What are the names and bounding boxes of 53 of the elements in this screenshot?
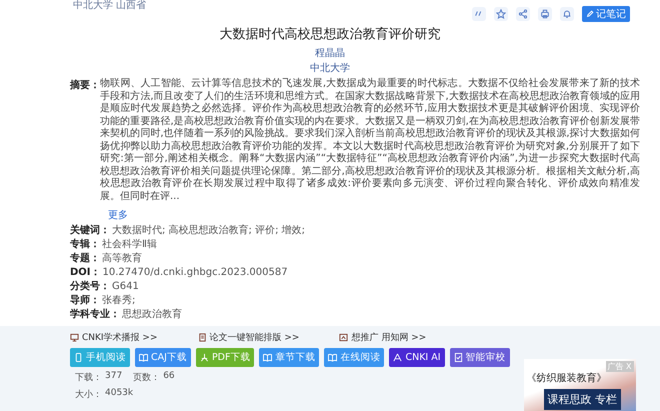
picture-icon <box>339 333 348 342</box>
monitor-icon <box>70 333 79 342</box>
field-label: 关键词： <box>70 224 110 238</box>
action-button[interactable]: 在线阅读 <box>324 348 384 367</box>
field-label: 专辑： <box>70 238 100 252</box>
field-label: 专题： <box>70 252 100 266</box>
checklist-icon <box>454 353 463 362</box>
stat-value: 377 <box>105 371 122 383</box>
stat-label: 页数： <box>133 372 160 384</box>
field-value: 思想政治教育 <box>122 308 182 322</box>
phone-icon <box>74 353 83 362</box>
abstract-label: 摘要： <box>70 78 100 93</box>
promo-link[interactable]: CNKI学术播报 >> <box>70 331 158 344</box>
book-icon <box>328 353 338 362</box>
author-link[interactable]: 程晶晶 <box>315 48 345 59</box>
stat-label: 下载： <box>75 372 102 384</box>
note-button[interactable]: 记笔记 <box>582 6 630 22</box>
promo-link[interactable]: 论文一键智能排版 >> <box>198 331 300 344</box>
action-button[interactable]: CAJ下载 <box>135 348 191 367</box>
article-title: 大数据时代高校思想政治教育评价研究 <box>218 26 442 43</box>
affiliation-link[interactable]: 中北大学 <box>310 63 350 74</box>
ad-banner-text: 课程思政 专栏 <box>544 389 622 410</box>
letter-a-icon <box>393 353 402 362</box>
book-icon <box>263 353 272 362</box>
bell-icon[interactable] <box>560 7 574 21</box>
field-label: 导师： <box>70 294 100 308</box>
stat-label: 大小： <box>75 388 102 401</box>
field-value: 10.27470/d.cnki.ghbgc.2023.000587 <box>102 266 288 280</box>
quote-icon[interactable] <box>472 7 486 21</box>
field-value: 高等教育 <box>102 252 142 266</box>
action-button[interactable]: 章节下载 <box>259 348 320 367</box>
more-link[interactable]: 更多 <box>108 210 128 222</box>
stat-value: 66 <box>163 371 175 383</box>
field-value: G641 <box>112 280 139 294</box>
star-icon[interactable] <box>494 7 508 21</box>
share-icon[interactable] <box>516 7 530 21</box>
promo-link[interactable]: 想推广 用知网 >> <box>339 331 426 344</box>
field-label: DOI： <box>70 266 101 280</box>
action-button[interactable]: CNKI AI <box>389 348 445 367</box>
pencil-icon <box>586 10 594 18</box>
document-icon <box>198 333 207 342</box>
field-value: 大数据时代; 高校思想政治教育; 评价; 增效; <box>112 224 306 238</box>
field-value: 张春秀; <box>102 294 136 308</box>
book-icon <box>139 353 148 362</box>
location-text: 中北大学 山西省 <box>73 0 146 11</box>
ad-journal-text: 《纺织服装教育》 <box>526 372 607 385</box>
stat-value: 4053k <box>105 388 134 400</box>
action-button[interactable]: 智能审校 <box>450 348 510 367</box>
print-icon[interactable] <box>538 7 552 21</box>
field-value: 社会科学Ⅱ辑 <box>102 238 157 252</box>
field-label: 学科专业： <box>70 308 120 322</box>
abstract-text: 物联网、人工智能、云计算等信息技术的飞速发展,大数据成为最重要的时代标志。大数据不仅给社会发展带来了新的技术手段和方法,而且改变了人们的生活环境和思维方式。在国家大数据战略背景下,大数据技术在高校思想政治教育领域的应用是顺应时代发展趋势之必然选择。评价作为高校思想政治教育的必然环节,应用大数据技术更是其破解评价困境、实现评价功能的重要路径,是高校思想政治教育价值实现的内在要求。大数据又是一柄双刃剑,在为高校思想政治教育评价创新发展带来契机的同时,也伴随着一系列的风险挑战。要求我们深入剖析当前高校思想政治教育评价的现状及其根源,探讨大数据如何扬优抑弊以助力高校思想政治教育评价功能的发挥。本文以大数据时代高校思想政治教育评价为研究对象,分别展开了如下研究:第一部分,阐述相关概念。阐释“大数据内涵”“大数据特征”“高校思想政治教育评价内涵”,为进一步探究大数据时代高校思想政治教育评价相关问题提供理论保障。第二部分,高校思想政治教育评价的现状及其根源分析。根据相关文献分析,高校思想政治教育评价在长期发展过程中取得了诸多成效:评价要素向多元演变、评价过程向聚合转化、评价成效向精准发展。但同时在评... <box>100 78 640 203</box>
field-label: 分类号： <box>70 280 110 294</box>
